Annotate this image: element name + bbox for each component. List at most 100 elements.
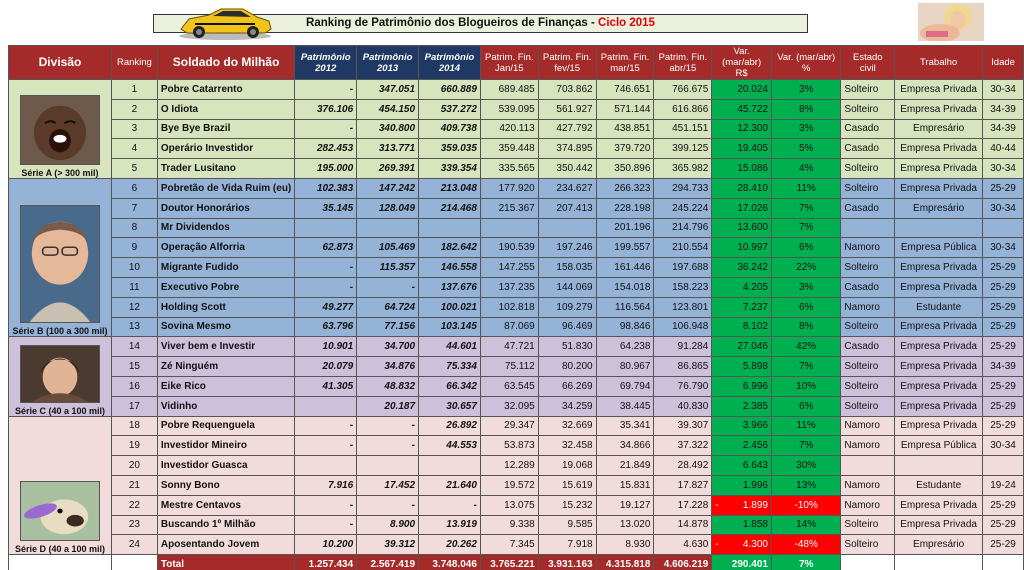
cell-var-rs: 8.102 (711, 316, 772, 338)
cell-var-pct: 42% (770, 336, 842, 358)
cell-fev: 158.035 (537, 257, 597, 278)
table-row: Série D (40 a 100 mil) 18 Pobre Requenguel… (8, 415, 1024, 556)
cell-var-pct: 14% (770, 514, 842, 536)
table-row: 16 Eike Rico 41.305 48.832 66.342 63.545 66.26… (9, 375, 1024, 397)
table-row: Série B (100 a 300 mil) 6 Pobretão de Vida… (8, 177, 1024, 338)
cell-p2012: - (294, 514, 358, 536)
cell-idade: 25-29 (982, 395, 1024, 417)
cell-mar: 161.446 (595, 257, 655, 278)
cell-abr: 123.801 (653, 296, 713, 318)
cell-jan: 32.095 (479, 395, 539, 417)
header-row: Divisão Ranking Soldado do Milhão Patrim… (8, 45, 1024, 80)
cell-p2014: 44.601 (418, 336, 481, 358)
cell-estado: Solteiro (840, 395, 896, 417)
cell-name: Buscando 1º Milhão (156, 514, 296, 536)
cell-jan: 420.113 (479, 118, 539, 140)
cell-abr: 451.151 (653, 118, 713, 140)
cell-p2013: 8.900 (356, 514, 420, 536)
total-label: Total (156, 554, 296, 570)
cell-jan: 63.545 (479, 375, 539, 397)
cell-name: Mestre Centavos (156, 494, 296, 516)
cell-estado: Casado (840, 336, 896, 358)
cell-p2013: 347.051 (356, 79, 420, 100)
cell-rank: 23 (110, 514, 158, 536)
cell-p2013: 17.452 (356, 474, 420, 496)
cell-jan: 359.448 (479, 138, 539, 160)
cell-name: Sonny Bono (156, 474, 296, 496)
cell-rank: 12 (110, 296, 158, 318)
cell-abr: 86.865 (653, 356, 713, 377)
cell-p2014: 13.919 (418, 514, 481, 536)
cell-p2012 (294, 217, 358, 239)
cell-var-pct: 7% (770, 435, 842, 457)
cell-name: Holding Scott (156, 296, 296, 318)
cell-p2013: 34.876 (356, 356, 420, 377)
cell-jan: 75.112 (479, 356, 539, 377)
cell-trabalho: Empresa Privada (894, 494, 984, 516)
cell-var-rs: 28.410 (711, 177, 772, 199)
cell-estado: Solteiro (840, 98, 896, 120)
cell-var-rs: 15.086 (711, 158, 772, 179)
cell-trabalho: Empresa Privada (894, 375, 984, 397)
bald-man-photo-icon (19, 205, 100, 324)
cell-name: Pobre Requenguela (156, 415, 296, 437)
cell-p2014: 75.334 (418, 356, 481, 377)
cell-fev: 80.200 (537, 356, 597, 377)
total-var-rs: 290.401 (711, 554, 772, 570)
cell-jan: 9.338 (479, 514, 539, 536)
cell-var-pct: 22% (770, 257, 842, 278)
cell-idade: 25-29 (982, 316, 1024, 338)
cell-p2013: 269.391 (356, 158, 420, 179)
cell-fev: 19.068 (537, 455, 597, 476)
division-label: Série C (40 a 100 mil) (14, 405, 106, 416)
cell-trabalho: Estudante (894, 296, 984, 318)
cell-name: Eike Rico (156, 375, 296, 397)
cell-var-rs: 1.996 (711, 474, 772, 496)
cell-rank: 11 (110, 276, 158, 298)
cell-trabalho: Empresário (894, 118, 984, 140)
cell-abr: 245.224 (653, 197, 713, 219)
cell-p2014: 182.642 (418, 237, 481, 259)
cell-var-pct: 4% (770, 158, 842, 179)
cell-jan: 190.539 (479, 237, 539, 259)
cell-mar: 15.831 (595, 474, 655, 496)
cell-rank: 10 (110, 257, 158, 278)
cell-mar: 438.851 (595, 118, 655, 140)
cell-p2013 (356, 455, 420, 476)
cell-trabalho: Empresa Privada (894, 257, 984, 278)
cell-abr: 365.982 (653, 158, 713, 179)
cell-rank: 24 (110, 534, 158, 556)
cell-p2014: - (418, 494, 481, 516)
cell-fev: 374.895 (537, 138, 597, 160)
total-var-pct: 7% (770, 554, 842, 570)
cell-fev: 350.442 (537, 158, 597, 179)
cell-rank: 21 (110, 474, 158, 496)
cell-fev: 15.232 (537, 494, 597, 516)
cell-p2013: 454.150 (356, 98, 420, 120)
total-fev: 3.931.163 (537, 554, 597, 570)
cell-var-rs: 2.385 (711, 395, 772, 417)
cell-jan: 13.075 (479, 494, 539, 516)
cell-rank: 1 (110, 79, 158, 100)
cell-p2014: 339.354 (418, 158, 481, 179)
cell-name: Executivo Pobre (156, 276, 296, 298)
cell-idade: 34-39 (982, 98, 1024, 120)
division-cell: Série A (> 300 mil) (8, 79, 112, 179)
cell-abr: 766.675 (653, 79, 713, 100)
cell-name: Aposentando Jovem (156, 534, 296, 556)
cell-p2013: 20.187 (356, 395, 420, 417)
cell-rank: 9 (110, 237, 158, 259)
cell-estado: Casado (840, 118, 896, 140)
cell-var-rs: 17.026 (711, 197, 772, 219)
cell-mar: 154.018 (595, 276, 655, 298)
cell-rank: 17 (110, 395, 158, 417)
negative-mark: - (715, 499, 719, 511)
table-row: 20 Investidor Guasca 12.289 19.068 21.849 28.… (9, 455, 1024, 476)
cell-p2012: 62.873 (294, 237, 358, 259)
cell-var-rs: 6.643 (711, 455, 772, 476)
cell-jan: 335.565 (479, 158, 539, 179)
cell-idade: 19-24 (982, 474, 1024, 496)
cell-fev: 703.862 (537, 79, 597, 100)
cell-fev: 51.830 (537, 336, 597, 358)
cell-var-rs: 36.242 (711, 257, 772, 278)
